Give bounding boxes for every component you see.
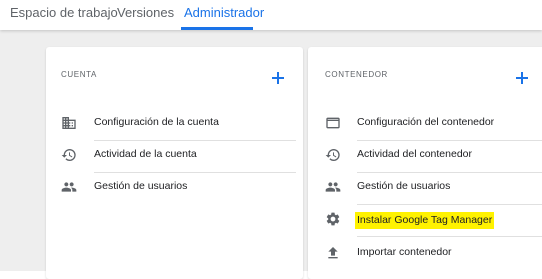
history-icon (61, 149, 76, 161)
add-account-button[interactable] (271, 71, 285, 85)
add-container-button[interactable] (515, 71, 529, 85)
container-card: CONTENEDOR Configuración del contenedor … (308, 47, 542, 279)
account-card-title: CUENTA (61, 70, 97, 79)
account-activity-item[interactable]: Actividad de la cuenta (46, 139, 303, 171)
gear-icon (326, 212, 340, 226)
container-user-management-item[interactable]: Gestión de usuarios (308, 171, 542, 203)
account-activity-label: Actividad de la cuenta (94, 148, 197, 160)
upload-icon (328, 247, 338, 259)
container-card-title: CONTENEDOR (325, 70, 388, 79)
install-gtm-item[interactable]: Instalar Google Tag Manager (308, 203, 542, 235)
container-settings-item[interactable]: Configuración del contenedor (308, 107, 542, 139)
import-container-item[interactable]: Importar contenedor (308, 237, 542, 269)
install-gtm-label: Instalar Google Tag Manager (355, 212, 495, 229)
account-settings-item[interactable]: Configuración de la cuenta (46, 107, 303, 139)
tab-versions[interactable]: Versiones (117, 5, 174, 20)
history-icon (325, 149, 340, 161)
account-settings-label: Configuración de la cuenta (94, 116, 219, 128)
building-icon (62, 117, 76, 129)
account-card: CUENTA Configuración de la cuenta Activi… (46, 47, 303, 279)
tab-workspace[interactable]: Espacio de trabajo (10, 5, 118, 20)
people-icon (325, 182, 341, 192)
account-user-management-item[interactable]: Gestión de usuarios (46, 171, 303, 203)
tab-admin[interactable]: Administrador (184, 5, 264, 20)
container-user-management-label: Gestión de usuarios (357, 180, 451, 192)
top-navigation: Espacio de trabajo Versiones Administrad… (0, 0, 542, 30)
container-activity-label: Actividad del contenedor (357, 148, 472, 160)
window-icon (326, 117, 340, 129)
container-activity-item[interactable]: Actividad del contenedor (308, 139, 542, 171)
active-tab-indicator (181, 27, 253, 30)
import-container-label: Importar contenedor (357, 246, 452, 258)
container-settings-label: Configuración del contenedor (357, 116, 495, 128)
people-icon (61, 182, 77, 192)
account-user-management-label: Gestión de usuarios (94, 180, 188, 192)
